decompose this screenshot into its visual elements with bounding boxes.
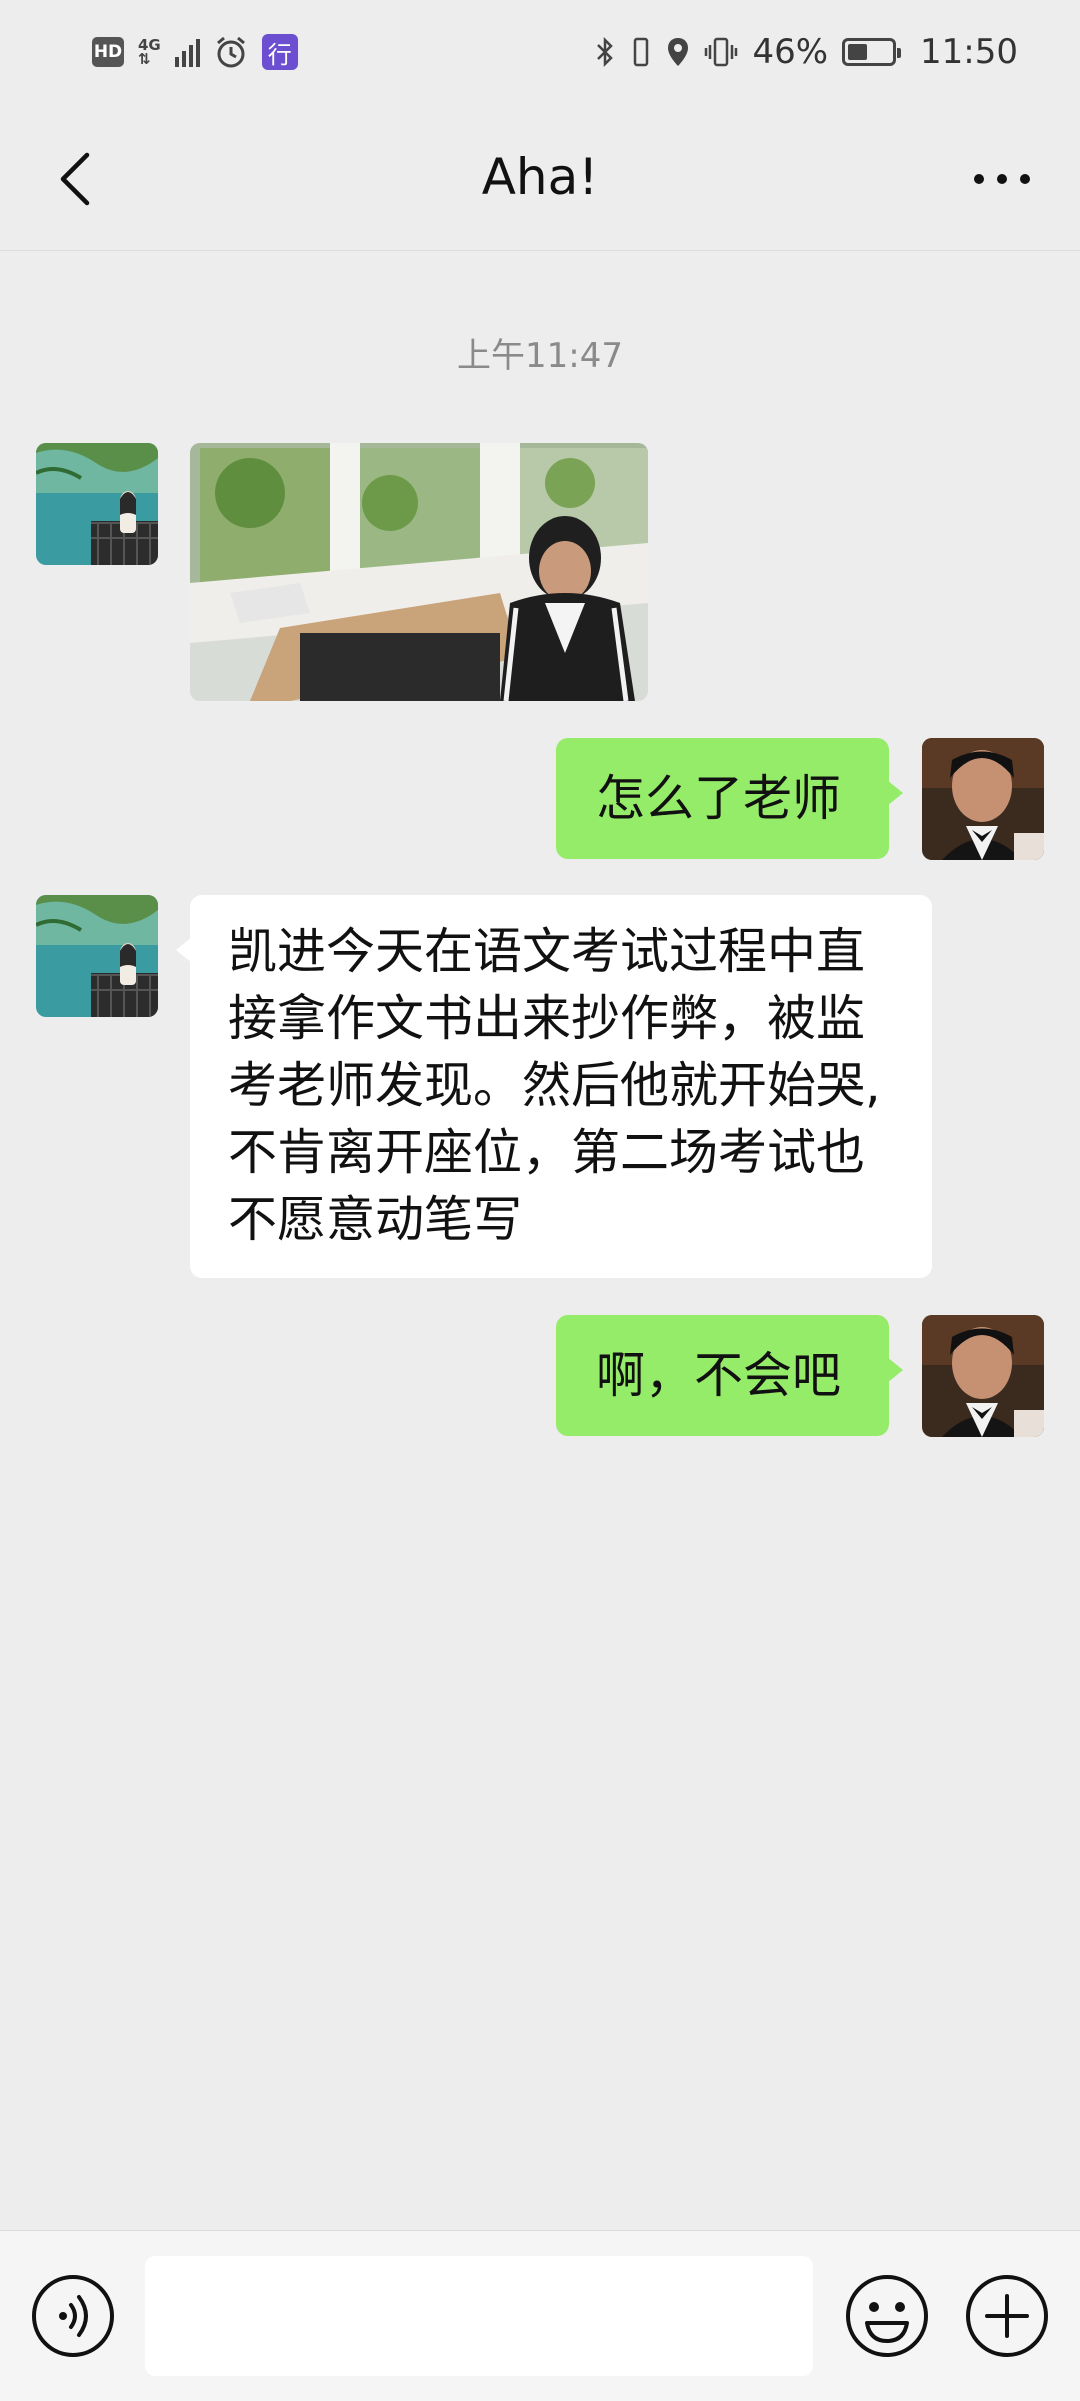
emoji-button[interactable] <box>842 2271 932 2361</box>
incoming-message-bubble[interactable]: 凯进今天在语文考试过程中直 接拿作文书出来抄作弊，被监 考老师发现。然后他就开始… <box>176 895 932 1278</box>
my-avatar[interactable] <box>922 1315 1044 1437</box>
vibration-mode-icon <box>705 37 738 67</box>
hd-badge: HD <box>92 37 124 67</box>
contact-avatar[interactable] <box>36 895 158 1017</box>
chat-title: Aha! <box>481 148 599 206</box>
my-avatar-image <box>922 738 1044 860</box>
xing-badge: 行 <box>261 34 298 70</box>
voice-icon <box>32 2275 114 2357</box>
more-button[interactable] <box>952 144 1052 214</box>
battery-icon <box>842 38 902 66</box>
outgoing-message-bubble[interactable]: 怎么了老师 <box>556 738 903 859</box>
plus-icon <box>966 2275 1048 2357</box>
message-line: 凯进今天在语文考试过程中直 <box>228 923 866 980</box>
message-text: 啊，不会吧 <box>596 1347 842 1404</box>
plus-button[interactable] <box>962 2271 1052 2361</box>
message-input[interactable] <box>145 2256 813 2376</box>
my-avatar[interactable] <box>922 738 1044 860</box>
battery-percent: 46% <box>752 32 829 72</box>
my-avatar-image <box>922 1315 1044 1437</box>
message-line: 接拿作文书出来抄作弊，被监 <box>228 990 866 1047</box>
signal-icon <box>174 37 200 67</box>
message-line: 不愿意动笔写 <box>228 1191 523 1248</box>
contact-avatar-image <box>36 443 158 565</box>
vibrate-icon <box>634 37 649 67</box>
network-type-label: 4G ⇅ <box>138 36 161 68</box>
battery-fill <box>848 44 868 60</box>
emoji-icon <box>846 2275 928 2357</box>
chat-timestamp: 上午11:47 <box>457 336 623 376</box>
voice-button[interactable] <box>28 2271 118 2361</box>
message-image[interactable] <box>190 443 648 701</box>
message-text: 怎么了老师 <box>596 770 842 827</box>
status-left: HD 4G ⇅ 行 <box>92 34 298 70</box>
chat-header: Aha! <box>0 110 1080 251</box>
status-right: 46% 11:50 <box>594 32 1018 72</box>
message-line: 不肯离开座位，第二场考试也 <box>228 1124 866 1181</box>
clock: 11:50 <box>920 32 1018 72</box>
bluetooth-icon <box>597 36 614 68</box>
message-line: 考老师发现。然后他就开始哭, <box>228 1057 881 1114</box>
chat-input-bar <box>0 2230 1080 2401</box>
location-icon <box>668 38 689 66</box>
contact-avatar[interactable] <box>36 443 158 565</box>
message-photo <box>190 443 648 701</box>
contact-avatar-image <box>36 895 158 1017</box>
status-bar: HD 4G ⇅ 行 46% 11:50 <box>0 0 1080 110</box>
alarm-icon <box>216 36 245 68</box>
more-dots-icon <box>974 174 1030 184</box>
outgoing-message-bubble[interactable]: 啊，不会吧 <box>556 1315 903 1436</box>
